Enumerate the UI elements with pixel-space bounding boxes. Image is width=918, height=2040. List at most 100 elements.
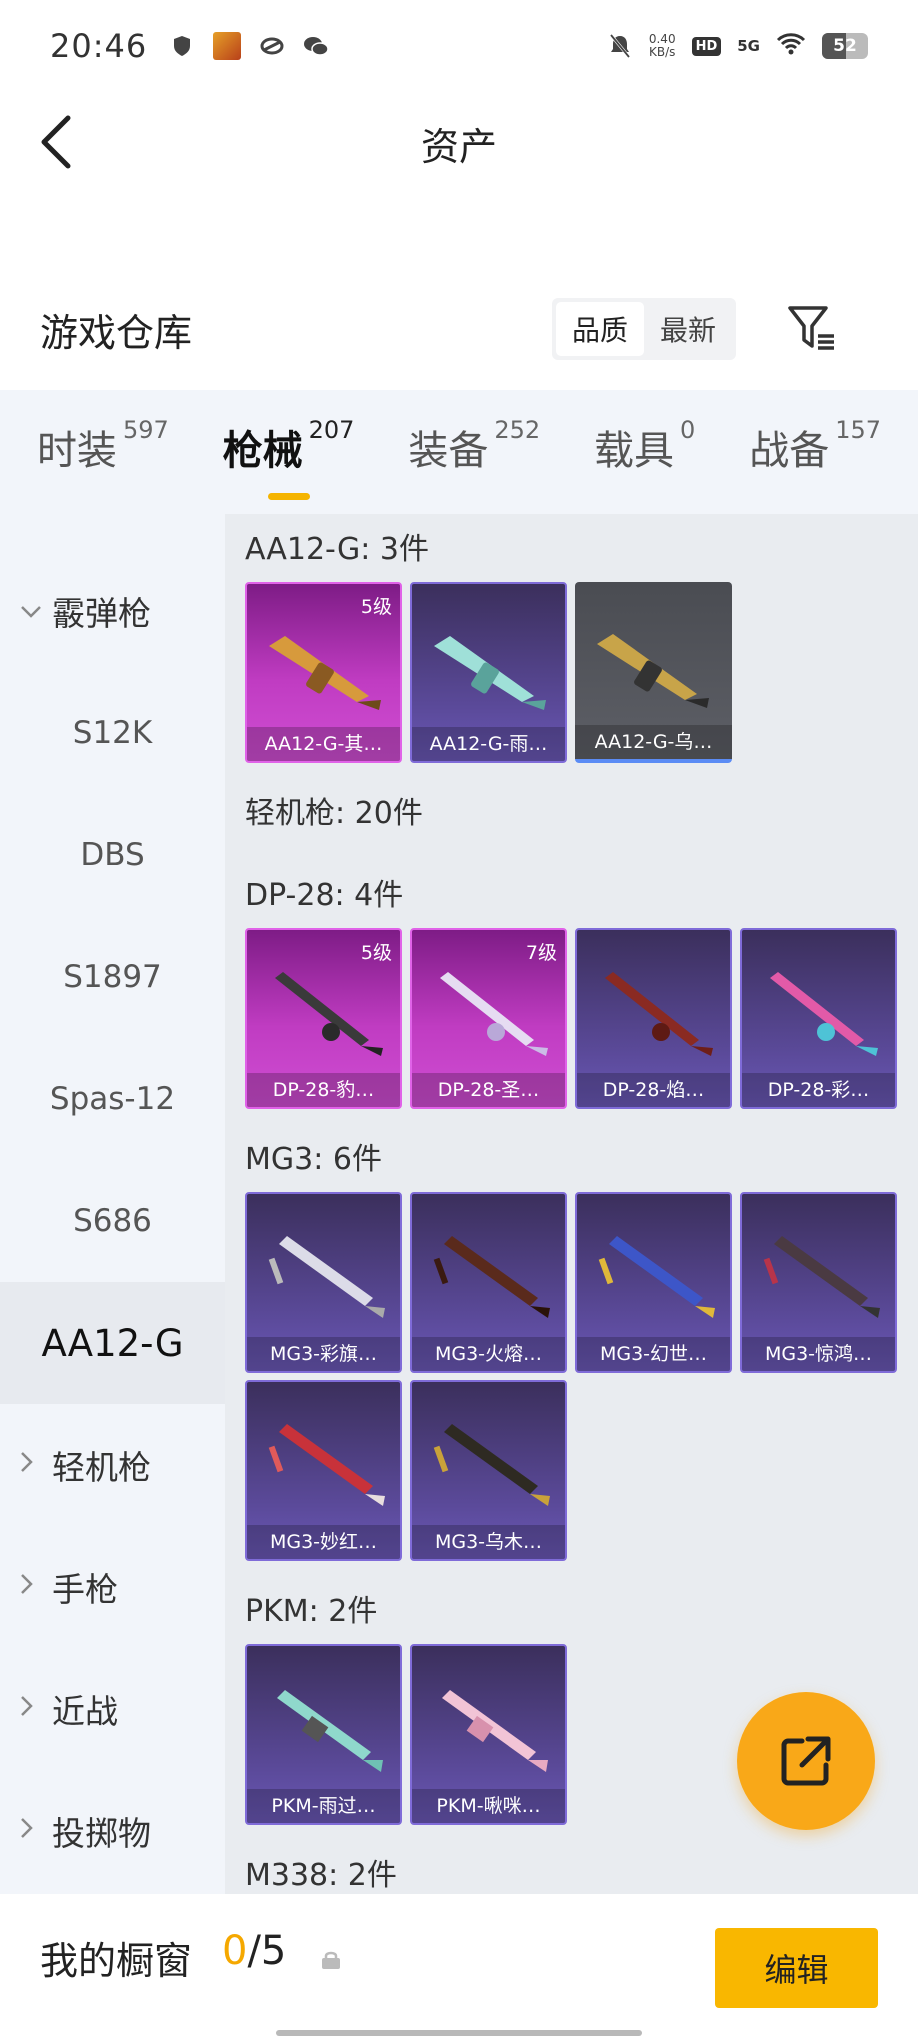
weapon-card[interactable]: AA12-G-乌… [575, 582, 732, 763]
weapon-name: MG3-火熔… [412, 1337, 565, 1371]
sidebar-item-label: 轻机枪 [52, 1448, 151, 1487]
tab-fashion[interactable]: 时装 597 [36, 416, 169, 486]
tab-count: 157 [835, 416, 882, 444]
edit-button[interactable]: 编辑 [715, 1928, 878, 2008]
weapon-card[interactable]: MG3-火熔… [410, 1192, 567, 1373]
weapon-card[interactable]: PKM-啾咪… [410, 1644, 567, 1825]
weapon-name: PKM-啾咪… [412, 1789, 565, 1823]
rifle-icon [434, 636, 546, 710]
filter-button[interactable] [786, 302, 838, 354]
tab-count: 207 [308, 416, 355, 444]
machine-gun-icon [277, 1690, 383, 1772]
weapon-card[interactable]: 5级 DP-28-豹… [245, 928, 402, 1109]
section-title: AA12-G: 3件 [245, 532, 429, 567]
tab-equipment[interactable]: 装备 252 [408, 416, 540, 486]
weapon-card[interactable]: DP-28-焰… [575, 928, 732, 1109]
tab-vehicles[interactable]: 载具 0 [594, 416, 696, 486]
sidebar-item-label: 投掷物 [52, 1814, 151, 1853]
warehouse-row: 游戏仓库 品质 最新 [0, 280, 918, 380]
weapon-card[interactable]: PKM-雨过… [245, 1644, 402, 1825]
weapon-card[interactable]: MG3-妙红… [245, 1380, 402, 1561]
warehouse-title: 游戏仓库 [40, 311, 193, 355]
weapon-card[interactable]: DP-28-彩… [740, 928, 897, 1109]
share-fab[interactable] [737, 1692, 875, 1830]
machine-gun-icon [770, 972, 878, 1056]
status-time: 20:46 [50, 27, 148, 65]
weapon-name: DP-28-焰… [577, 1073, 730, 1107]
showcase-count: 0/5 [222, 1928, 286, 1974]
weapon-name: AA12-G-雨… [412, 727, 565, 761]
sidebar-item-spas-12[interactable]: Spas-12 [0, 1038, 225, 1160]
share-icon [781, 1736, 831, 1786]
sidebar-item-pistol[interactable]: 手枪 [0, 1526, 225, 1648]
chevron-down-icon [20, 597, 42, 625]
sidebar-item-shotgun[interactable]: 霰弹枪 [0, 550, 225, 672]
showcase-label: 我的橱窗 [40, 1939, 193, 1983]
tab-count: 0 [680, 416, 696, 444]
weapon-card[interactable]: 5级 AA12-G-其… [245, 582, 402, 763]
tab-label: 枪械 [222, 428, 303, 474]
home-indicator[interactable] [276, 2030, 642, 2036]
weapon-card[interactable]: MG3-彩旗… [245, 1192, 402, 1373]
chevron-right-icon [20, 1817, 34, 1845]
speed-unit: KB/s [649, 45, 676, 59]
shield-icon [169, 33, 195, 59]
machine-gun-icon [268, 1424, 385, 1506]
rifle-icon [269, 636, 381, 710]
weapon-card[interactable]: MG3-惊鸿… [740, 1192, 897, 1373]
weapon-card[interactable]: 7级 DP-28-圣… [410, 928, 567, 1109]
sidebar-item-lmg[interactable]: 轻机枪 [0, 1404, 225, 1526]
tab-count: 597 [122, 416, 169, 444]
page-title: 资产 [420, 125, 497, 169]
weapon-name: DP-28-豹… [247, 1073, 400, 1107]
section-title: MG3: 6件 [245, 1142, 382, 1177]
sidebar-item-aa12-g[interactable]: AA12-G [0, 1282, 225, 1404]
machine-gun-icon [275, 972, 383, 1056]
machine-gun-icon [433, 1236, 550, 1318]
section-title: PKM: 2件 [245, 1594, 378, 1629]
weapon-name: MG3-妙红… [247, 1525, 400, 1559]
showcase-count-current: 0 [222, 1928, 248, 1974]
status-right-icons: 0.40 KB/s HD 5G 52 [607, 32, 868, 60]
machine-gun-icon [440, 972, 548, 1056]
sidebar-item-s686[interactable]: S686 [0, 1160, 225, 1282]
weapon-name: AA12-G-其… [247, 727, 400, 761]
tab-label: 时装 [36, 428, 117, 474]
machine-gun-icon [605, 972, 713, 1056]
section-title: 轻机枪: 20件 [245, 796, 423, 831]
weapon-name: MG3-乌木… [412, 1525, 565, 1559]
app-icon [213, 32, 242, 60]
hd-badge: HD [691, 36, 722, 56]
mute-bell-icon [607, 33, 633, 59]
network-speed: 0.40 KB/s [649, 33, 676, 59]
sidebar-item-s12k[interactable]: S12K [0, 672, 225, 794]
sidebar-item-label: 近战 [52, 1692, 118, 1731]
sidebar-item-throwable[interactable]: 投掷物 [0, 1770, 225, 1892]
weapon-list: AA12-G: 3件 5级 AA12-G-其… AA12-G-雨… AA12-G… [225, 514, 918, 1894]
weapon-card[interactable]: MG3-幻世… [575, 1192, 732, 1373]
sidebar-item-label: 手枪 [52, 1570, 118, 1609]
sidebar-item-label: 霰弹枪 [52, 594, 151, 633]
machine-gun-icon [442, 1690, 548, 1772]
sort-quality-button[interactable]: 品质 [556, 302, 644, 356]
showcase-count-total: /5 [247, 1928, 287, 1974]
sort-newest-button[interactable]: 最新 [644, 302, 732, 356]
rifle-icon [597, 634, 709, 708]
weapon-name: MG3-惊鸿… [742, 1337, 895, 1371]
sidebar-item-melee[interactable]: 近战 [0, 1648, 225, 1770]
wifi-icon [776, 32, 806, 60]
status-bar: 20:46 0.40 KB/s HD 5G 52 [0, 0, 918, 92]
weapon-card[interactable]: MG3-乌木… [410, 1380, 567, 1561]
machine-gun-icon [763, 1236, 880, 1318]
sidebar-item-dbs[interactable]: DBS [0, 794, 225, 916]
tab-supplies[interactable]: 战备 157 [749, 416, 882, 486]
tab-weapons[interactable]: 枪械 207 [222, 416, 355, 486]
chevron-right-icon [20, 1573, 34, 1601]
weapon-card[interactable]: AA12-G-雨… [410, 582, 567, 763]
section-title: DP-28: 4件 [245, 878, 404, 913]
sidebar-item-s1897[interactable]: S1897 [0, 916, 225, 1038]
filter-icon [788, 306, 834, 350]
lock-icon [322, 1951, 340, 1969]
category-tabs: 时装 597 枪械 207 装备 252 载具 0 战备 157 [0, 390, 918, 514]
sort-toggle: 品质 最新 [552, 298, 736, 360]
